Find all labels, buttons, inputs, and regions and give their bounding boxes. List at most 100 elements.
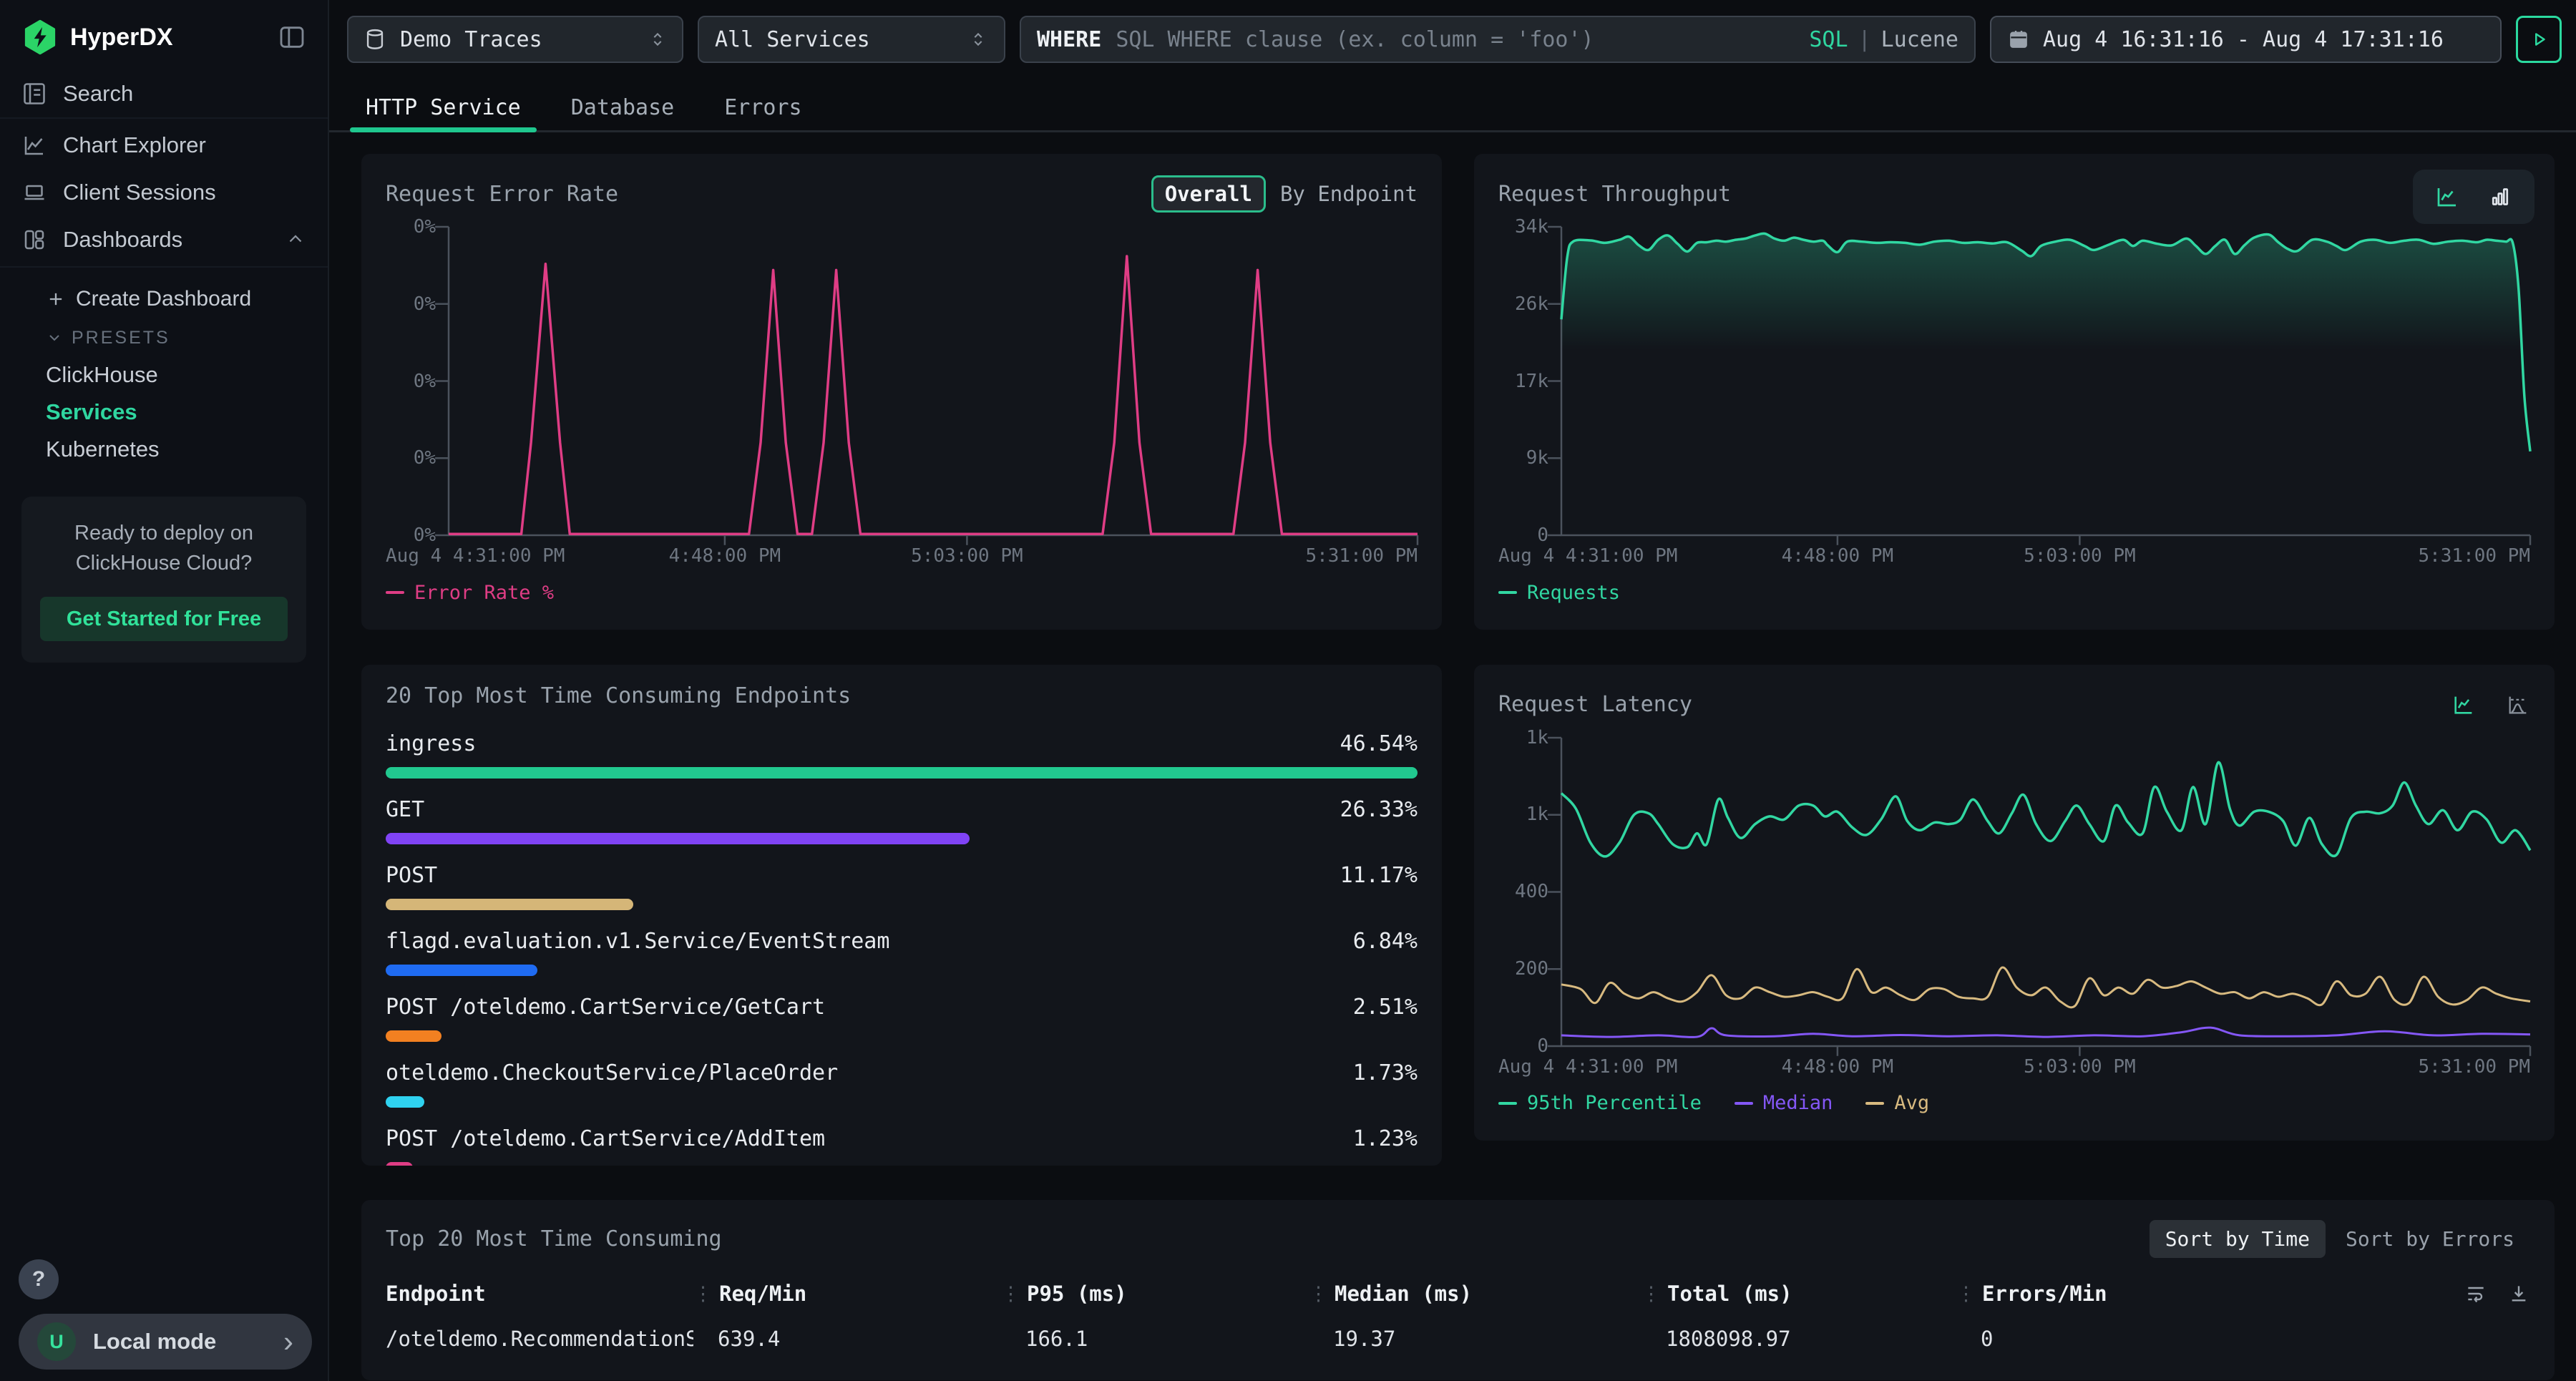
endpoint-row[interactable]: oteldemo.CheckoutService/PlaceOrder 1.73% [386,1058,1418,1108]
search-nav-icon [21,81,47,107]
query-language-toggle[interactable]: SQL | Lucene [1809,27,1958,52]
column-header-endpoint[interactable]: Endpoint [386,1282,693,1306]
y-tick-label: 200 [1515,958,1548,980]
sidebar-item-label: Search [63,81,133,107]
get-started-button[interactable]: Get Started for Free [40,597,288,641]
tab-label: Errors [724,95,801,120]
wrap-lines-icon[interactable] [2464,1282,2487,1305]
overall-toggle-button[interactable]: Overall [1151,175,1266,213]
endpoint-row[interactable]: GET26.33% [386,794,1418,844]
endpoint-row[interactable]: flagd.evaluation.v1.Service/EventStream6… [386,926,1418,976]
endpoint-bar [386,833,970,844]
table-header-row: Endpoint ⋮Req/Min ⋮P95 (ms) ⋮ Median (ms)… [386,1272,2530,1316]
cell-endpoint: /oteldemo.RecommendationServ [386,1327,693,1351]
lucene-mode-label[interactable]: Lucene [1881,27,1958,52]
run-query-button[interactable] [2516,16,2562,63]
chart-plot[interactable] [1561,227,2530,535]
column-header-total[interactable]: ⋮ Total (ms) [1641,1282,1956,1306]
tab-database[interactable]: Database [567,84,679,130]
search-input[interactable] [1114,26,1809,53]
sort-by-time-button[interactable]: Sort by Time [2150,1220,2326,1258]
endpoint-row[interactable]: POST11.17% [386,860,1418,910]
dashboard-tabs: HTTP Service Database Errors [329,77,2576,132]
sidebar-item-kubernetes[interactable]: Kubernetes [46,431,328,468]
tab-http-service[interactable]: HTTP Service [361,84,525,130]
chart-legend: 95th PercentileMedianAvg [1498,1085,2530,1122]
series-line [1561,1028,2530,1037]
drag-handle-icon[interactable]: ⋮ [1641,1283,1659,1305]
column-header-p95[interactable]: ⋮P95 (ms) [1001,1282,1309,1306]
sql-mode-label[interactable]: SQL [1809,27,1848,52]
database-icon [363,27,387,52]
table-title: Top 20 Most Time Consuming [386,1226,722,1251]
create-dashboard-button[interactable]: Create Dashboard [46,279,328,319]
presets-toggle[interactable]: PRESETS [46,319,328,356]
date-range-picker[interactable]: Aug 4 16:31:16 - Aug 4 17:31:16 [1990,16,2502,63]
y-tick-label: 0% [414,524,436,546]
drag-handle-icon[interactable]: ⋮ [1309,1283,1326,1305]
column-label: Median (ms) [1335,1282,1472,1306]
updown-chevron-icon [648,29,668,49]
source-select[interactable]: Demo Traces [347,16,683,63]
chart-plot[interactable] [1561,738,2530,1046]
sidebar-item-clickhouse[interactable]: ClickHouse [46,356,328,394]
x-tick-label: 5:03:00 PM [2024,545,2136,567]
endpoint-label: ingress [386,731,476,756]
chart-explorer-icon [21,132,47,158]
y-tick-label: 9k [1526,447,1548,469]
sidebar-item-label: Dashboards [63,227,182,253]
column-label: Total (ms) [1667,1282,1792,1306]
tab-errors[interactable]: Errors [720,84,806,130]
column-header-median[interactable]: ⋮ Median (ms) [1309,1282,1641,1306]
sidebar-footer: ? U Local mode › [0,1259,328,1381]
chart-plot[interactable] [449,227,1418,535]
sidebar-collapse-icon[interactable] [278,23,306,52]
by-endpoint-toggle-button[interactable]: By Endpoint [1280,182,1418,206]
drag-handle-icon[interactable]: ⋮ [693,1283,711,1305]
table-row[interactable]: /oteldemo.RecommendationServ 639.4 166.1… [386,1316,2530,1362]
table-sort-toggle: Sort by Time Sort by Errors [2150,1220,2530,1258]
column-header-errors-min[interactable]: ⋮ Errors/Min [1956,1282,2264,1306]
preset-label: Kubernetes [46,436,160,462]
endpoint-row[interactable]: POST /oteldemo.CartService/GetCart2.51% [386,992,1418,1042]
preset-label: Services [46,399,137,425]
endpoints-table: Endpoint ⋮Req/Min ⋮P95 (ms) ⋮ Median (ms)… [386,1272,2530,1362]
search-bar[interactable]: WHERE SQL | Lucene [1020,16,1976,63]
line-chart-icon[interactable] [2451,693,2476,717]
panel-title: Request Error Rate [386,182,618,207]
sidebar-item-services[interactable]: Services [46,394,328,431]
service-filter-select[interactable]: All Services [698,16,1005,63]
bar-chart-icon[interactable] [2487,184,2513,210]
local-mode-button[interactable]: U Local mode › [19,1314,312,1370]
sort-by-errors-button[interactable]: Sort by Errors [2330,1220,2530,1258]
drag-handle-icon[interactable]: ⋮ [1956,1283,1974,1305]
endpoint-percentage: 1.23% [1353,1126,1418,1151]
request-latency-panel: Request Latency 02004001k1kAug 4 4:31:00… [1474,665,2555,1141]
sidebar-item-chart-explorer[interactable]: Chart Explorer [0,122,328,169]
create-dashboard-label: Create Dashboard [76,287,251,311]
download-icon[interactable] [2507,1282,2530,1305]
endpoint-label: oteldemo.CheckoutService/PlaceOrder [386,1060,838,1085]
play-icon [2528,29,2550,50]
y-tick-label: 0 [1537,524,1548,546]
sidebar-item-client-sessions[interactable]: Client Sessions [0,169,328,216]
y-tick-label: 17k [1515,371,1548,392]
sidebar-item-dashboards[interactable]: Dashboards [0,216,328,263]
histogram-icon[interactable] [2506,693,2530,717]
column-header-req-min[interactable]: ⋮Req/Min [693,1282,1001,1306]
source-select-value: Demo Traces [400,27,542,52]
x-tick-label: 5:31:00 PM [1305,545,1418,567]
sidebar-item-label: Client Sessions [63,180,216,205]
line-chart-icon[interactable] [2434,184,2460,210]
hyperdx-logo[interactable]: HyperDX [21,19,173,56]
drag-handle-icon[interactable]: ⋮ [1001,1283,1018,1305]
endpoint-row[interactable]: ingress46.54% [386,728,1418,779]
column-label: Errors/Min [1982,1282,2107,1306]
y-tick-label: 34k [1515,216,1548,238]
help-button[interactable]: ? [19,1259,59,1299]
promo-line2: ClickHouse Cloud? [76,552,253,575]
endpoint-row[interactable]: POST /oteldemo.CartService/AddItem1.23% [386,1123,1418,1166]
tab-label: HTTP Service [366,95,521,120]
endpoint-percentage: 1.73% [1353,1060,1418,1085]
sidebar-item-search[interactable]: Search [0,70,328,117]
